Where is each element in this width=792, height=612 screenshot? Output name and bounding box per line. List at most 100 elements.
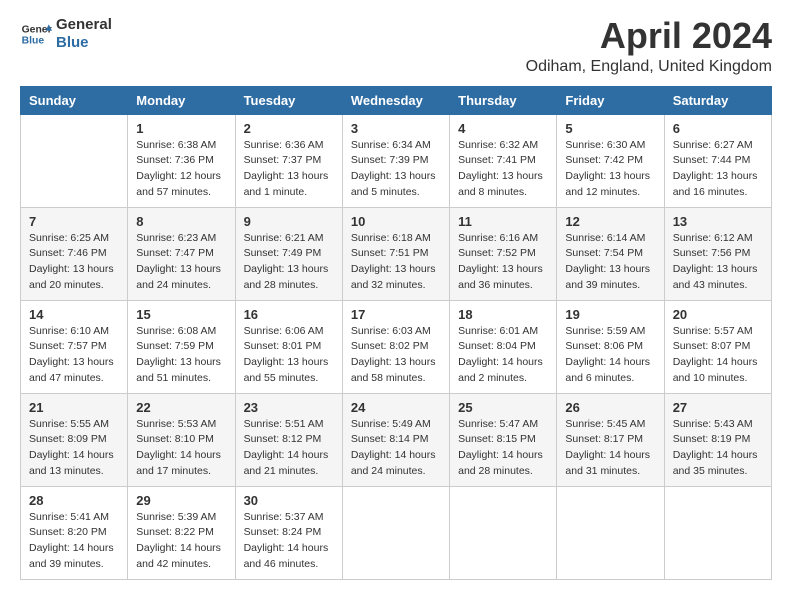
calendar-week-row: 1 Sunrise: 6:38 AMSunset: 7:36 PMDaylight…	[21, 114, 772, 207]
calendar-table: SundayMondayTuesdayWednesdayThursdayFrid…	[20, 86, 772, 580]
header-day: Saturday	[664, 86, 771, 114]
page-header: General Blue General Blue April 2024 Odi…	[20, 16, 772, 76]
day-number: 1	[136, 121, 226, 136]
day-number: 3	[351, 121, 441, 136]
day-number: 16	[244, 307, 334, 322]
day-number: 6	[673, 121, 763, 136]
day-info: Sunrise: 6:38 AMSunset: 7:36 PMDaylight:…	[136, 138, 226, 201]
calendar-day-cell: 24Sunrise: 5:49 AMSunset: 8:14 PMDayligh…	[342, 393, 449, 486]
day-info: Sunrise: 5:43 AMSunset: 8:19 PMDaylight:…	[673, 417, 763, 480]
calendar-day-cell: 3 Sunrise: 6:34 AMSunset: 7:39 PMDaylight…	[342, 114, 449, 207]
calendar-day-cell	[21, 114, 128, 207]
day-info: Sunrise: 6:06 AMSunset: 8:01 PMDaylight:…	[244, 324, 334, 387]
day-number: 7	[29, 214, 119, 229]
calendar-title: April 2024	[526, 16, 772, 56]
day-info: Sunrise: 6:21 AMSunset: 7:49 PMDaylight:…	[244, 231, 334, 294]
day-number: 24	[351, 400, 441, 415]
calendar-week-row: 7 Sunrise: 6:25 AMSunset: 7:46 PMDaylight…	[21, 207, 772, 300]
calendar-day-cell: 6 Sunrise: 6:27 AMSunset: 7:44 PMDaylight…	[664, 114, 771, 207]
header-day: Friday	[557, 86, 664, 114]
day-info: Sunrise: 6:27 AMSunset: 7:44 PMDaylight:…	[673, 138, 763, 201]
day-number: 26	[565, 400, 655, 415]
calendar-day-cell: 20 Sunrise: 5:57 AMSunset: 8:07 PMDayligh…	[664, 300, 771, 393]
calendar-day-cell: 11Sunrise: 6:16 AMSunset: 7:52 PMDayligh…	[450, 207, 557, 300]
day-info: Sunrise: 5:53 AMSunset: 8:10 PMDaylight:…	[136, 417, 226, 480]
calendar-body: 1 Sunrise: 6:38 AMSunset: 7:36 PMDaylight…	[21, 114, 772, 579]
day-number: 4	[458, 121, 548, 136]
day-info: Sunrise: 6:14 AMSunset: 7:54 PMDaylight:…	[565, 231, 655, 294]
day-number: 15	[136, 307, 226, 322]
calendar-week-row: 14 Sunrise: 6:10 AMSunset: 7:57 PMDayligh…	[21, 300, 772, 393]
calendar-day-cell: 14 Sunrise: 6:10 AMSunset: 7:57 PMDayligh…	[21, 300, 128, 393]
day-number: 27	[673, 400, 763, 415]
calendar-day-cell: 28 Sunrise: 5:41 AMSunset: 8:20 PMDayligh…	[21, 486, 128, 579]
calendar-day-cell	[342, 486, 449, 579]
day-info: Sunrise: 6:34 AMSunset: 7:39 PMDaylight:…	[351, 138, 441, 201]
calendar-day-cell: 9 Sunrise: 6:21 AMSunset: 7:49 PMDaylight…	[235, 207, 342, 300]
calendar-day-cell: 5 Sunrise: 6:30 AMSunset: 7:42 PMDaylight…	[557, 114, 664, 207]
day-info: Sunrise: 5:37 AMSunset: 8:24 PMDaylight:…	[244, 510, 334, 573]
logo-icon: General Blue	[20, 18, 52, 50]
day-info: Sunrise: 6:32 AMSunset: 7:41 PMDaylight:…	[458, 138, 548, 201]
calendar-day-cell: 2 Sunrise: 6:36 AMSunset: 7:37 PMDaylight…	[235, 114, 342, 207]
calendar-day-cell: 27 Sunrise: 5:43 AMSunset: 8:19 PMDayligh…	[664, 393, 771, 486]
day-info: Sunrise: 6:23 AMSunset: 7:47 PMDaylight:…	[136, 231, 226, 294]
day-info: Sunrise: 6:08 AMSunset: 7:59 PMDaylight:…	[136, 324, 226, 387]
day-info: Sunrise: 6:30 AMSunset: 7:42 PMDaylight:…	[565, 138, 655, 201]
day-number: 8	[136, 214, 226, 229]
day-info: Sunrise: 5:41 AMSunset: 8:20 PMDaylight:…	[29, 510, 119, 573]
calendar-day-cell	[450, 486, 557, 579]
calendar-day-cell: 26 Sunrise: 5:45 AMSunset: 8:17 PMDayligh…	[557, 393, 664, 486]
header-day: Monday	[128, 86, 235, 114]
day-number: 23	[244, 400, 334, 415]
logo-general: General	[56, 16, 112, 34]
day-number: 10	[351, 214, 441, 229]
day-info: Sunrise: 5:55 AMSunset: 8:09 PMDaylight:…	[29, 417, 119, 480]
calendar-day-cell: 16 Sunrise: 6:06 AMSunset: 8:01 PMDayligh…	[235, 300, 342, 393]
day-info: Sunrise: 6:36 AMSunset: 7:37 PMDaylight:…	[244, 138, 334, 201]
day-number: 20	[673, 307, 763, 322]
day-number: 14	[29, 307, 119, 322]
day-info: Sunrise: 6:25 AMSunset: 7:46 PMDaylight:…	[29, 231, 119, 294]
day-number: 28	[29, 493, 119, 508]
day-info: Sunrise: 6:18 AMSunset: 7:51 PMDaylight:…	[351, 231, 441, 294]
calendar-day-cell: 19Sunrise: 5:59 AMSunset: 8:06 PMDayligh…	[557, 300, 664, 393]
calendar-day-cell: 22Sunrise: 5:53 AMSunset: 8:10 PMDayligh…	[128, 393, 235, 486]
calendar-day-cell: 17 Sunrise: 6:03 AMSunset: 8:02 PMDayligh…	[342, 300, 449, 393]
day-number: 2	[244, 121, 334, 136]
day-number: 21	[29, 400, 119, 415]
day-number: 9	[244, 214, 334, 229]
calendar-day-cell: 10 Sunrise: 6:18 AMSunset: 7:51 PMDayligh…	[342, 207, 449, 300]
header-day: Tuesday	[235, 86, 342, 114]
calendar-day-cell: 12Sunrise: 6:14 AMSunset: 7:54 PMDayligh…	[557, 207, 664, 300]
calendar-day-cell: 18 Sunrise: 6:01 AMSunset: 8:04 PMDayligh…	[450, 300, 557, 393]
day-number: 30	[244, 493, 334, 508]
header-day: Thursday	[450, 86, 557, 114]
calendar-subtitle: Odiham, England, United Kingdom	[526, 58, 772, 76]
day-info: Sunrise: 5:51 AMSunset: 8:12 PMDaylight:…	[244, 417, 334, 480]
calendar-day-cell: 30 Sunrise: 5:37 AMSunset: 8:24 PMDayligh…	[235, 486, 342, 579]
calendar-day-cell	[557, 486, 664, 579]
calendar-day-cell: 8 Sunrise: 6:23 AMSunset: 7:47 PMDaylight…	[128, 207, 235, 300]
day-number: 29	[136, 493, 226, 508]
day-number: 18	[458, 307, 548, 322]
header-day: Sunday	[21, 86, 128, 114]
day-number: 11	[458, 214, 548, 229]
calendar-week-row: 21 Sunrise: 5:55 AMSunset: 8:09 PMDayligh…	[21, 393, 772, 486]
day-info: Sunrise: 6:12 AMSunset: 7:56 PMDaylight:…	[673, 231, 763, 294]
day-info: Sunrise: 6:03 AMSunset: 8:02 PMDaylight:…	[351, 324, 441, 387]
day-info: Sunrise: 6:10 AMSunset: 7:57 PMDaylight:…	[29, 324, 119, 387]
calendar-day-cell: 13Sunrise: 6:12 AMSunset: 7:56 PMDayligh…	[664, 207, 771, 300]
calendar-day-cell: 4 Sunrise: 6:32 AMSunset: 7:41 PMDaylight…	[450, 114, 557, 207]
day-number: 25	[458, 400, 548, 415]
day-info: Sunrise: 5:57 AMSunset: 8:07 PMDaylight:…	[673, 324, 763, 387]
day-info: Sunrise: 5:39 AMSunset: 8:22 PMDaylight:…	[136, 510, 226, 573]
day-number: 17	[351, 307, 441, 322]
day-info: Sunrise: 5:45 AMSunset: 8:17 PMDaylight:…	[565, 417, 655, 480]
calendar-day-cell: 21 Sunrise: 5:55 AMSunset: 8:09 PMDayligh…	[21, 393, 128, 486]
day-number: 5	[565, 121, 655, 136]
logo-blue: Blue	[56, 34, 112, 52]
day-info: Sunrise: 6:01 AMSunset: 8:04 PMDaylight:…	[458, 324, 548, 387]
calendar-day-cell: 29 Sunrise: 5:39 AMSunset: 8:22 PMDayligh…	[128, 486, 235, 579]
day-number: 19	[565, 307, 655, 322]
